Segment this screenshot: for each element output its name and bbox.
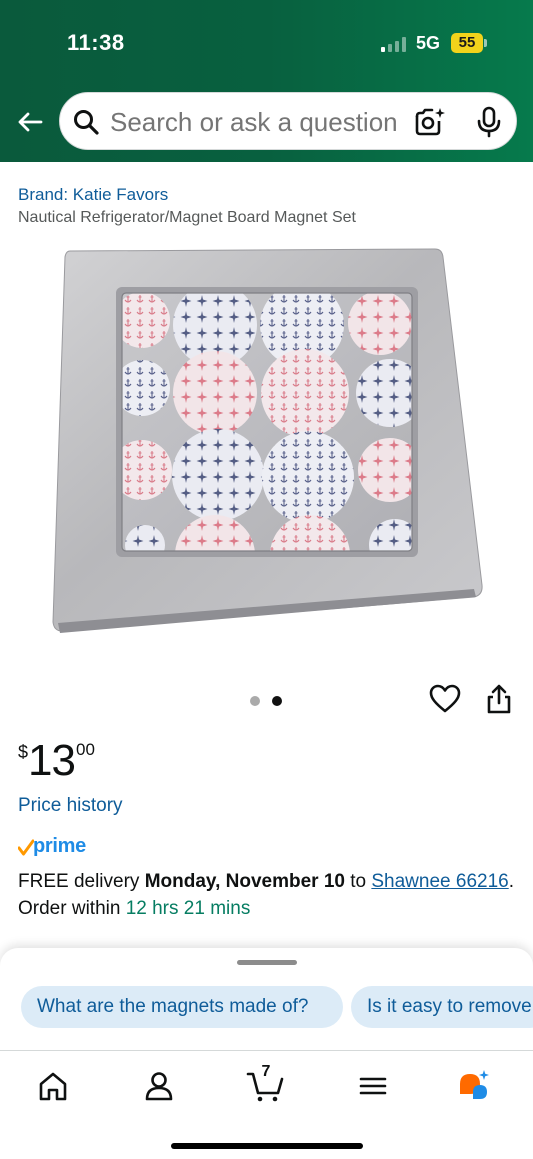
product-image[interactable] bbox=[50, 245, 486, 642]
home-indicator[interactable] bbox=[171, 1143, 363, 1149]
delivery-countdown: 12 hrs 21 mins bbox=[125, 898, 251, 919]
carousel-dot-2-active[interactable] bbox=[272, 696, 282, 706]
nav-cart[interactable]: 7 bbox=[246, 1063, 286, 1105]
battery-icon: 55 bbox=[451, 33, 483, 53]
nav-home[interactable] bbox=[35, 1068, 71, 1104]
signal-icon bbox=[381, 36, 409, 52]
price-whole: 13 bbox=[28, 736, 76, 785]
carousel-dot-1[interactable] bbox=[250, 696, 260, 706]
price-fraction: 00 bbox=[76, 740, 95, 759]
status-time: 11:38 bbox=[67, 30, 125, 55]
status-bar: 11:38 5G 55 bbox=[0, 0, 533, 88]
prime-badge: prime bbox=[18, 835, 98, 859]
rufus-chat-icon bbox=[460, 1070, 489, 1099]
suggestion-chip[interactable]: What are the magnets made of? bbox=[21, 986, 343, 1028]
search-input[interactable] bbox=[110, 107, 420, 137]
delivery-to: to bbox=[344, 871, 372, 892]
heart-icon[interactable] bbox=[429, 684, 461, 714]
search-icon bbox=[74, 110, 99, 135]
delivery-date: Monday, November 10 bbox=[144, 871, 345, 892]
back-button[interactable] bbox=[14, 106, 46, 138]
hamburger-icon bbox=[359, 1077, 387, 1095]
brand-link[interactable]: Brand: Katie Favors bbox=[18, 185, 168, 205]
magnet-set-photo bbox=[52, 248, 483, 633]
search-bar[interactable] bbox=[59, 92, 517, 150]
product-title: Nautical Refrigerator/Magnet Board Magne… bbox=[18, 209, 356, 226]
nav-menu[interactable] bbox=[355, 1068, 391, 1104]
home-icon bbox=[39, 1072, 67, 1101]
battery-tip bbox=[484, 39, 487, 47]
delivery-info: FREE delivery Monday, November 10 to Sha… bbox=[18, 868, 518, 922]
delivery-prefix: FREE delivery bbox=[18, 871, 145, 892]
person-icon bbox=[145, 1072, 173, 1101]
network-type: 5G bbox=[416, 33, 441, 53]
nav-account[interactable] bbox=[141, 1068, 177, 1104]
top-header: 11:38 5G 55 bbox=[0, 0, 533, 162]
price-history-link[interactable]: Price history bbox=[18, 795, 123, 817]
prime-check-icon bbox=[18, 839, 34, 856]
image-carousel-dots[interactable] bbox=[250, 695, 290, 707]
camera-icon[interactable] bbox=[413, 106, 447, 138]
microphone-icon[interactable] bbox=[474, 106, 504, 138]
delivery-location-link[interactable]: Shawnee 66216 bbox=[371, 871, 508, 892]
prime-label: prime bbox=[33, 835, 86, 857]
rufus-suggestions-sheet: What are the magnets made of? Is it easy… bbox=[0, 948, 533, 1052]
suggestion-chip[interactable]: Is it easy to remove bbox=[351, 986, 533, 1028]
cart-count: 7 bbox=[261, 1063, 271, 1080]
nav-rufus[interactable] bbox=[456, 1068, 492, 1104]
share-icon[interactable] bbox=[485, 683, 513, 715]
arrow-left-icon bbox=[18, 112, 43, 132]
bottom-nav: 7 bbox=[0, 1050, 533, 1159]
sheet-handle[interactable] bbox=[237, 960, 297, 965]
price-symbol: $ bbox=[18, 742, 29, 762]
